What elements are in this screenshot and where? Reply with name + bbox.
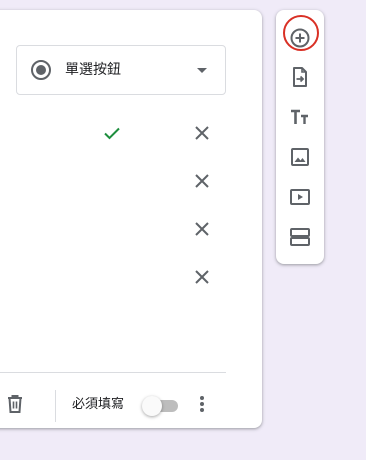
remove-option-4-icon[interactable]: [190, 265, 214, 289]
dropdown-arrow-icon: [197, 68, 207, 73]
required-toggle[interactable]: [142, 396, 178, 416]
remove-option-2-icon[interactable]: [190, 169, 214, 193]
remove-option-1-icon[interactable]: [190, 121, 214, 145]
footer-divider: [0, 372, 226, 373]
floating-toolbar: [276, 10, 324, 264]
toggle-thumb: [142, 396, 162, 416]
add-section-icon[interactable]: [288, 225, 312, 249]
add-image-icon[interactable]: [288, 145, 312, 169]
add-title-icon[interactable]: [288, 105, 312, 129]
question-type-label: 單選按鈕: [65, 62, 121, 78]
add-question-icon[interactable]: [288, 26, 312, 50]
radio-button-icon: [31, 60, 51, 80]
import-questions-icon[interactable]: [288, 65, 312, 89]
required-label: 必須填寫: [72, 397, 125, 412]
more-options-icon[interactable]: [190, 392, 214, 416]
remove-option-3-icon[interactable]: [190, 217, 214, 241]
add-video-icon[interactable]: [288, 185, 312, 209]
delete-question-icon[interactable]: [3, 392, 27, 416]
question-card: 單選按鈕 必須填寫: [0, 10, 262, 428]
question-type-dropdown[interactable]: 單選按鈕: [16, 45, 226, 95]
correct-answer-check-icon: [100, 121, 124, 145]
footer-separator: [55, 390, 56, 422]
